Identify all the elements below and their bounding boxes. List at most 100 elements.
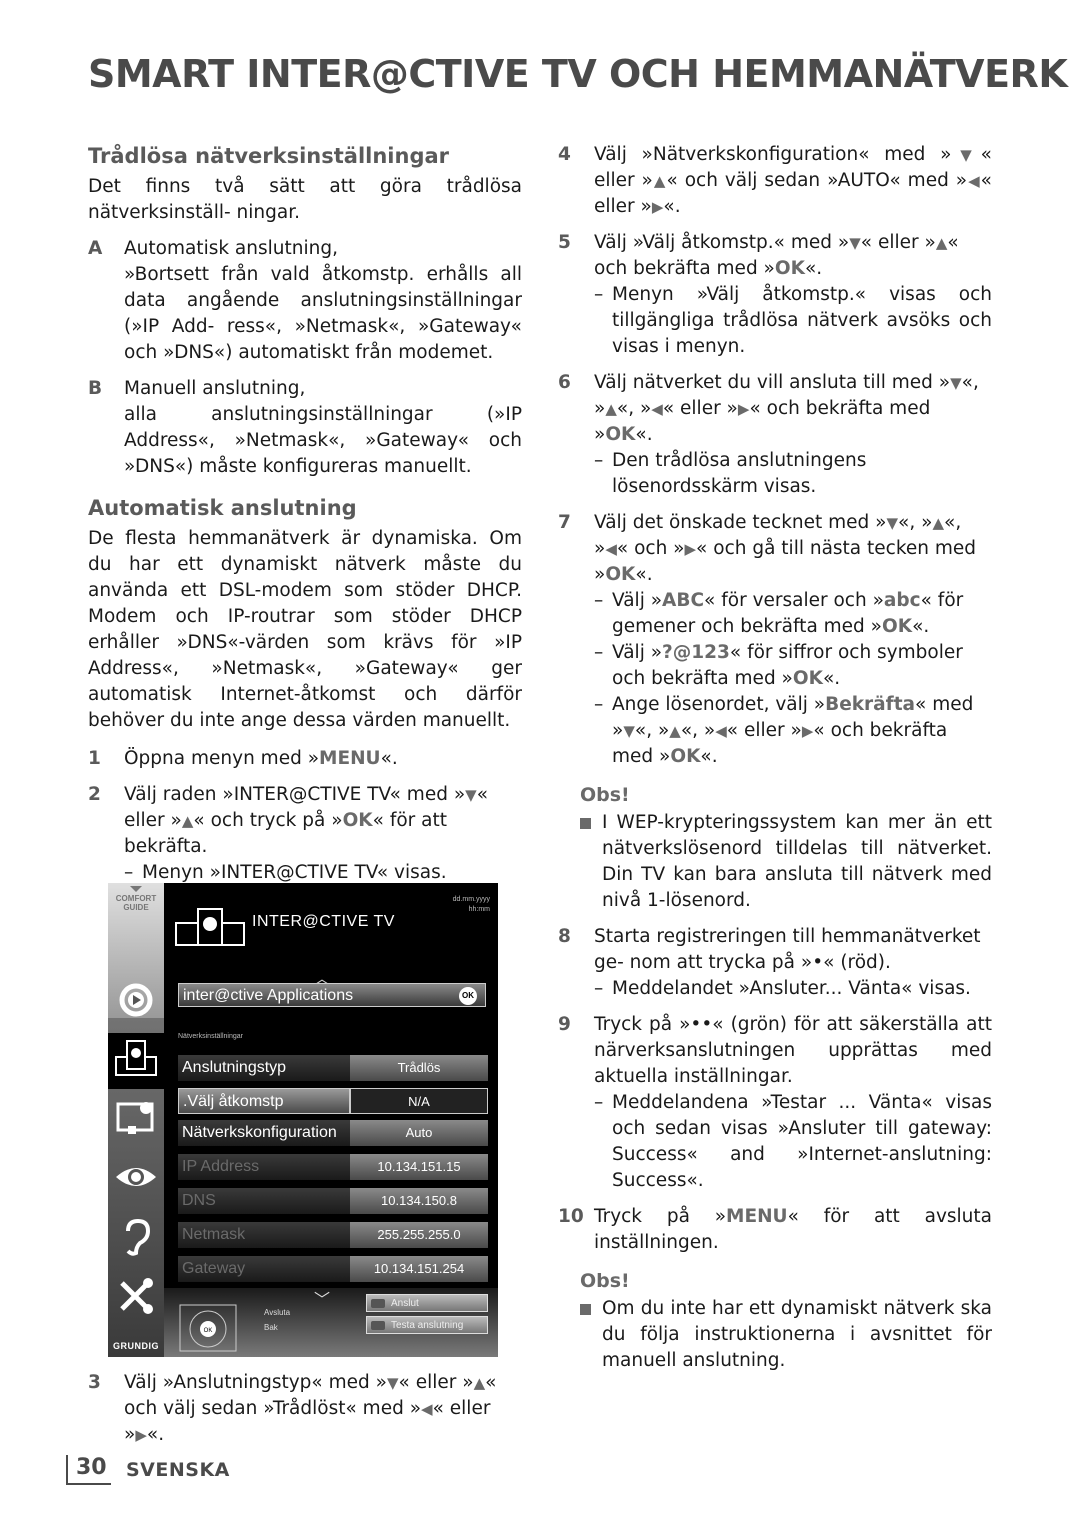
note-text: Den trådlösa anslutningens lösenordsskär…	[612, 450, 867, 497]
step-note: – Meddelandena »Testar ... Vänta« visas o…	[594, 1090, 992, 1194]
remote-dpad-icon: OK	[179, 1304, 237, 1352]
step-text: Tryck på »••« (grön) för att säkerställa…	[594, 1014, 992, 1087]
setting-row-gateway: Gateway 10.134.151.254	[178, 1256, 488, 1282]
note-heading: Obs!	[580, 1270, 630, 1292]
option-b: B Manuell anslutning, alla anslutningsin…	[88, 376, 522, 480]
dash: –	[594, 284, 604, 305]
setting-name: Netmask	[178, 1222, 350, 1248]
button-label: Testa anslutning	[391, 1320, 464, 1331]
scroll-down-icon[interactable]: ﹀	[314, 1286, 330, 1310]
network-setup-icon[interactable]	[114, 1096, 158, 1136]
note-text: «.	[700, 746, 718, 767]
step-3: 3 Välj »Anslutningstyp« med »▼« eller »▲…	[88, 1370, 522, 1448]
eye-icon[interactable]	[114, 1157, 158, 1197]
down-arrow-icon: ▼	[386, 1374, 399, 1392]
step-text: «.	[663, 196, 681, 217]
note-text: «, »	[634, 720, 670, 741]
bullet-square-icon	[580, 1304, 591, 1315]
option-title: Automatisk anslutning,	[124, 238, 338, 259]
step-text: « och välj sedan »AUTO« med »	[666, 170, 968, 191]
test-connection-button[interactable]: Testa anslutning	[366, 1316, 488, 1334]
setting-value: 10.134.150.8	[350, 1188, 488, 1214]
step-text: Öppna menyn med »	[124, 748, 320, 769]
ok-key: OK	[605, 424, 636, 445]
step-number: 1	[88, 748, 101, 769]
date-text: dd.mm.yyyy	[452, 896, 490, 903]
setting-name: DNS	[178, 1188, 350, 1214]
note-text: I WEP-krypteringssystem kan mer än ett n…	[602, 812, 992, 911]
setting-row-access-point[interactable]: .Välj åtkomstp N/A	[178, 1088, 488, 1114]
dash: –	[594, 450, 604, 471]
step-text: «.	[380, 748, 398, 769]
ok-key: OK	[882, 616, 913, 637]
step-text: Starta registreringen till hemmanätverke…	[594, 926, 981, 973]
dash: –	[594, 978, 604, 999]
interactive-applications-row[interactable]: inter@ctive Applications OK	[178, 983, 486, 1007]
section-heading-wireless: Trådlösa nätverksinställningar	[88, 144, 450, 168]
down-arrow-icon: ▼	[951, 146, 981, 164]
setting-row-netmask: Netmask 255.255.255.0	[178, 1222, 488, 1248]
tv-menu-screenshot: COMFORT GUIDE GRUNDIG dd.mm.yyyy hh:mm IN…	[108, 883, 498, 1357]
page-number: 30	[66, 1455, 111, 1485]
option-label: A	[88, 238, 103, 259]
tv-menu-title: INTER@CTIVE TV	[252, 913, 395, 930]
right-arrow-icon: ▶	[801, 722, 814, 740]
note-heading: Obs!	[580, 784, 630, 806]
setting-row-connection-type[interactable]: Anslutningstyp Trådlös	[178, 1055, 488, 1081]
comfort-guide-label: COMFORT GUIDE	[115, 894, 157, 912]
setting-value: 255.255.255.0	[350, 1222, 488, 1248]
up-arrow-icon: ▲	[935, 234, 948, 252]
sidebar-item-network-active[interactable]	[108, 1033, 164, 1089]
step-note: – Välj »ABC« för versaler och »abc« för g…	[594, 588, 992, 640]
step-text: « eller »	[398, 1372, 474, 1393]
note-text: «, »	[680, 720, 716, 741]
step-text: Välj det önskade tecknet med »	[594, 512, 887, 533]
interactive-tv-icon	[175, 908, 245, 946]
step-number: 5	[558, 232, 571, 253]
down-arrow-icon: ▼	[849, 234, 861, 252]
step-note: – Välj »?@123« för siffror och symboler o…	[594, 640, 992, 692]
step-number: 6	[558, 372, 571, 393]
step-text: « och »	[616, 538, 685, 559]
step-2: 2 Välj raden »INTER@CTIVE TV« med »▼« el…	[88, 782, 522, 886]
bullet-square-icon	[580, 818, 591, 829]
step-text: «, »	[616, 398, 652, 419]
up-arrow-icon: ▲	[932, 514, 944, 532]
step-6: 6 Välj nätverket du vill ansluta till me…	[558, 370, 992, 500]
option-label: B	[88, 378, 103, 399]
down-arrow-icon: ▼	[950, 374, 962, 392]
setting-row-network-config[interactable]: Nätverkskonfiguration Auto	[178, 1120, 488, 1146]
confirm-key: Bekräfta	[825, 694, 916, 715]
tools-icon[interactable]	[114, 1275, 158, 1315]
menu-key: MENU	[726, 1206, 788, 1227]
note-text: «.	[822, 668, 841, 689]
brand-logo: GRUNDIG	[113, 1341, 159, 1351]
step-1: 1 Öppna menyn med »MENU«.	[88, 746, 522, 772]
setting-name: IP Address	[178, 1154, 350, 1180]
left-arrow-icon: ◀	[421, 1400, 433, 1418]
step-number: 7	[558, 512, 571, 533]
media-play-icon[interactable]	[114, 980, 158, 1020]
ok-badge: OK	[459, 987, 477, 1005]
ear-icon[interactable]	[114, 1217, 158, 1257]
note-text: Menyn »INTER@CTIVE TV« visas.	[142, 862, 447, 883]
step-text: Välj »Nätverkskonfiguration« med »	[594, 144, 952, 165]
app-row-label: inter@ctive Applications	[183, 987, 354, 1004]
step-number: 10	[558, 1206, 584, 1227]
setting-row-dns: DNS 10.134.150.8	[178, 1188, 488, 1214]
note-text: « eller »	[726, 720, 802, 741]
note-text: Meddelandena »Testar ... Vänta« visas oc…	[612, 1092, 992, 1191]
step-3-block: 3 Välj »Anslutningstyp« med »▼« eller »▲…	[88, 1370, 522, 1448]
down-arrow-icon: ▼	[886, 514, 899, 532]
left-arrow-icon: ◀	[967, 172, 981, 190]
step-note: – Meddelandet »Ansluter... Vänta« visas.	[594, 976, 992, 1002]
note-text: Välj »	[612, 642, 663, 663]
step-10: 10 Tryck på »MENU« för att avsluta instä…	[558, 1204, 992, 1256]
note-bullet: Om du inte har ett dynamiskt nätverk ska…	[558, 1296, 992, 1374]
note-text: Menyn »Välj åtkomstp.« visas och tillgän…	[612, 284, 992, 357]
down-arrow-icon: ▼	[465, 786, 477, 804]
connect-button[interactable]: Anslut	[366, 1294, 488, 1312]
right-arrow-icon: ▶	[135, 1426, 147, 1444]
ok-key: OK	[670, 746, 701, 767]
dash: –	[594, 590, 604, 611]
